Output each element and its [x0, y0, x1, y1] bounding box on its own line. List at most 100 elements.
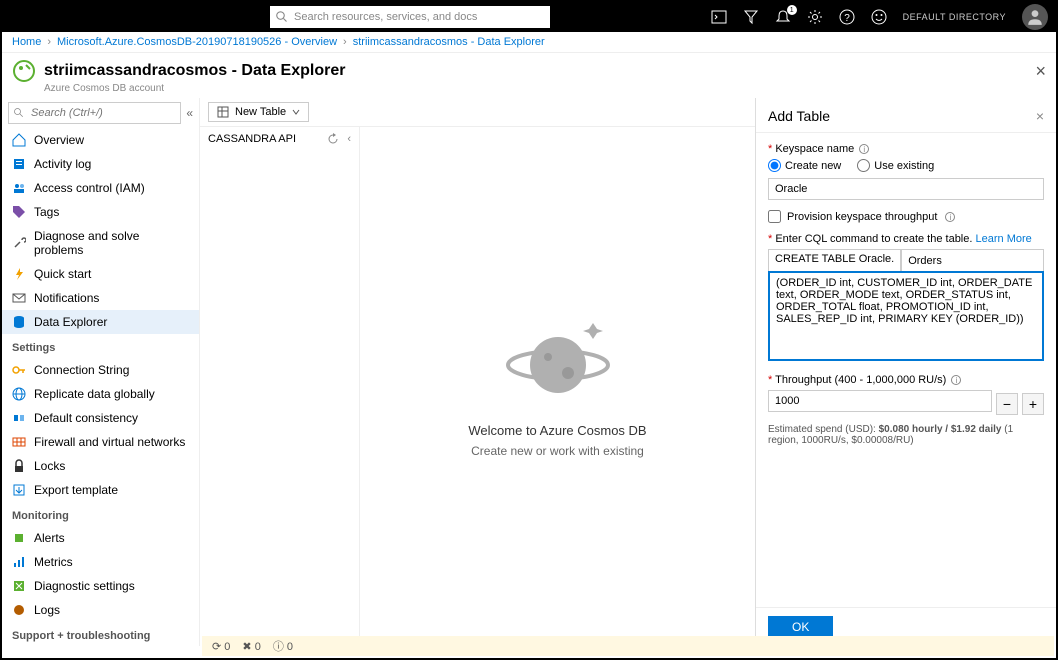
sidebar-item-diagnose-and-solve-problems[interactable]: Diagnose and solve problems: [2, 224, 199, 262]
azure-topbar: Search resources, services, and docs 1 ?…: [2, 2, 1056, 32]
globe-icon: [12, 387, 26, 401]
help-icon[interactable]: ?: [839, 9, 855, 25]
status-bar: ⟳ 0 ✖ 0 ⓘ 0: [202, 636, 1054, 656]
provision-throughput-checkbox[interactable]: [768, 210, 781, 223]
gear-icon[interactable]: [807, 9, 823, 25]
info-icon[interactable]: i: [945, 212, 955, 222]
keyspace-label: * Keyspace name i: [768, 143, 1044, 155]
sidebar-item-label: Data Explorer: [34, 315, 107, 329]
info-icon[interactable]: i: [951, 375, 961, 385]
sidebar-item-diagnostic-settings[interactable]: Diagnostic settings: [2, 574, 199, 598]
sidebar-item-label: Locks: [34, 459, 65, 473]
chevron-down-icon: [292, 108, 300, 116]
data-explorer-pane: New Table CASSANDRA API ‹ Welcome to: [200, 98, 756, 646]
filter-icon[interactable]: [743, 9, 759, 25]
sidebar-item-access-control-iam-[interactable]: Access control (IAM): [2, 176, 199, 200]
key-icon: [12, 363, 26, 377]
table-icon: [217, 106, 229, 118]
collapse-tree-icon[interactable]: ‹: [347, 133, 351, 640]
sidebar-section-header: Monitoring: [2, 502, 199, 526]
tag-icon: [12, 205, 26, 219]
breadcrumb-item[interactable]: Microsoft.Azure.CosmosDB-20190718190526 …: [57, 36, 337, 48]
refresh-icon[interactable]: [327, 133, 339, 145]
welcome-title: Welcome to Azure Cosmos DB: [468, 423, 646, 438]
user-avatar[interactable]: [1022, 4, 1048, 30]
cosmosdb-icon: [12, 59, 36, 83]
sidebar-item-label: Connection String: [34, 363, 129, 377]
tree-header: CASSANDRA API: [208, 133, 296, 640]
sidebar-item-label: Metrics: [34, 555, 73, 569]
cql-body-textarea[interactable]: [768, 271, 1044, 361]
sidebar-item-label: Logs: [34, 603, 60, 617]
throughput-input[interactable]: [768, 390, 992, 412]
sidebar-item-alerts[interactable]: Alerts: [2, 526, 199, 550]
global-search[interactable]: Search resources, services, and docs: [270, 6, 550, 28]
estimate-text: Estimated spend (USD): $0.080 hourly / $…: [768, 424, 1044, 446]
sidebar-item-label: Quick start: [34, 267, 91, 281]
breadcrumb: Home› Microsoft.Azure.CosmosDB-201907181…: [2, 32, 1056, 53]
lock-icon: [12, 459, 26, 473]
search-icon: [276, 11, 288, 23]
use-existing-radio[interactable]: Use existing: [857, 159, 934, 172]
planet-icon: [498, 315, 618, 405]
info-icon[interactable]: i: [859, 144, 869, 154]
cql-prefix: CREATE TABLE Oracle.: [768, 249, 901, 271]
feedback-icon[interactable]: [871, 9, 887, 25]
sidebar-item-locks[interactable]: Locks: [2, 454, 199, 478]
sidebar-item-label: Firewall and virtual networks: [34, 435, 185, 449]
throughput-decrement[interactable]: −: [996, 393, 1018, 415]
sidebar-item-replicate-data-globally[interactable]: Replicate data globally: [2, 382, 199, 406]
panel-title: Add Table: [768, 108, 830, 124]
sidebar-section-header: Support + troubleshooting: [2, 622, 199, 646]
add-table-panel: Add Table × * Keyspace name i Create new…: [756, 98, 1056, 646]
create-new-radio[interactable]: Create new: [768, 159, 841, 172]
collapse-sidebar-button[interactable]: «: [186, 106, 193, 120]
learn-more-link[interactable]: Learn More: [976, 233, 1032, 245]
breadcrumb-item[interactable]: Home: [12, 36, 41, 48]
cloud-shell-icon[interactable]: [711, 9, 727, 25]
sidebar-item-tags[interactable]: Tags: [2, 200, 199, 224]
status-item: ✖ 0: [242, 640, 260, 653]
wrench-icon: [12, 236, 26, 250]
welcome-subtitle: Create new or work with existing: [471, 444, 644, 458]
diag-icon: [12, 579, 26, 593]
provision-label: Provision keyspace throughput: [787, 211, 937, 223]
sidebar-item-firewall-and-virtual-networks[interactable]: Firewall and virtual networks: [2, 430, 199, 454]
table-name-input[interactable]: [901, 249, 1044, 271]
directory-label: DEFAULT DIRECTORY: [903, 12, 1006, 22]
sidebar-item-logs[interactable]: Logs: [2, 598, 199, 622]
sidebar-item-activity-log[interactable]: Activity log: [2, 152, 199, 176]
sidebar-item-overview[interactable]: Overview: [2, 128, 199, 152]
notifications-icon[interactable]: 1: [775, 9, 791, 25]
sidebar-item-label: Access control (IAM): [34, 181, 145, 195]
breadcrumb-item[interactable]: striimcassandracosmos - Data Explorer: [353, 36, 545, 48]
welcome-pane: Welcome to Azure Cosmos DB Create new or…: [360, 127, 755, 646]
sidebar-item-metrics[interactable]: Metrics: [2, 550, 199, 574]
sidebar-item-export-template[interactable]: Export template: [2, 478, 199, 502]
iam-icon: [12, 181, 26, 195]
sidebar-item-quick-start[interactable]: Quick start: [2, 262, 199, 286]
sidebar-search-input[interactable]: [8, 102, 181, 124]
log-icon: [12, 157, 26, 171]
db-icon: [12, 315, 26, 329]
sidebar-item-connection-string[interactable]: Connection String: [2, 358, 199, 382]
sidebar-section-header: Settings: [2, 334, 199, 358]
resource-sidebar: « Overview Activity log Access control (IA…: [2, 98, 200, 646]
ok-button[interactable]: OK: [768, 616, 833, 638]
keyspace-input[interactable]: [768, 178, 1044, 200]
new-table-button[interactable]: New Table: [208, 102, 309, 122]
notification-badge: 1: [787, 5, 797, 15]
sidebar-item-label: Overview: [34, 133, 84, 147]
close-panel-button[interactable]: ×: [1036, 108, 1044, 124]
sidebar-item-label: Diagnose and solve problems: [34, 229, 189, 257]
sidebar-item-notifications[interactable]: Notifications: [2, 286, 199, 310]
sidebar-item-data-explorer[interactable]: Data Explorer: [2, 310, 199, 334]
sidebar-item-default-consistency[interactable]: Default consistency: [2, 406, 199, 430]
new-table-label: New Table: [235, 106, 286, 118]
throughput-increment[interactable]: +: [1022, 393, 1044, 415]
close-blade-button[interactable]: ×: [1035, 61, 1046, 82]
page-title: striimcassandracosmos - Data Explorer: [44, 62, 345, 80]
throughput-label: * Throughput (400 - 1,000,000 RU/s) i: [768, 374, 1044, 386]
export-icon: [12, 483, 26, 497]
mail-icon: [12, 291, 26, 305]
